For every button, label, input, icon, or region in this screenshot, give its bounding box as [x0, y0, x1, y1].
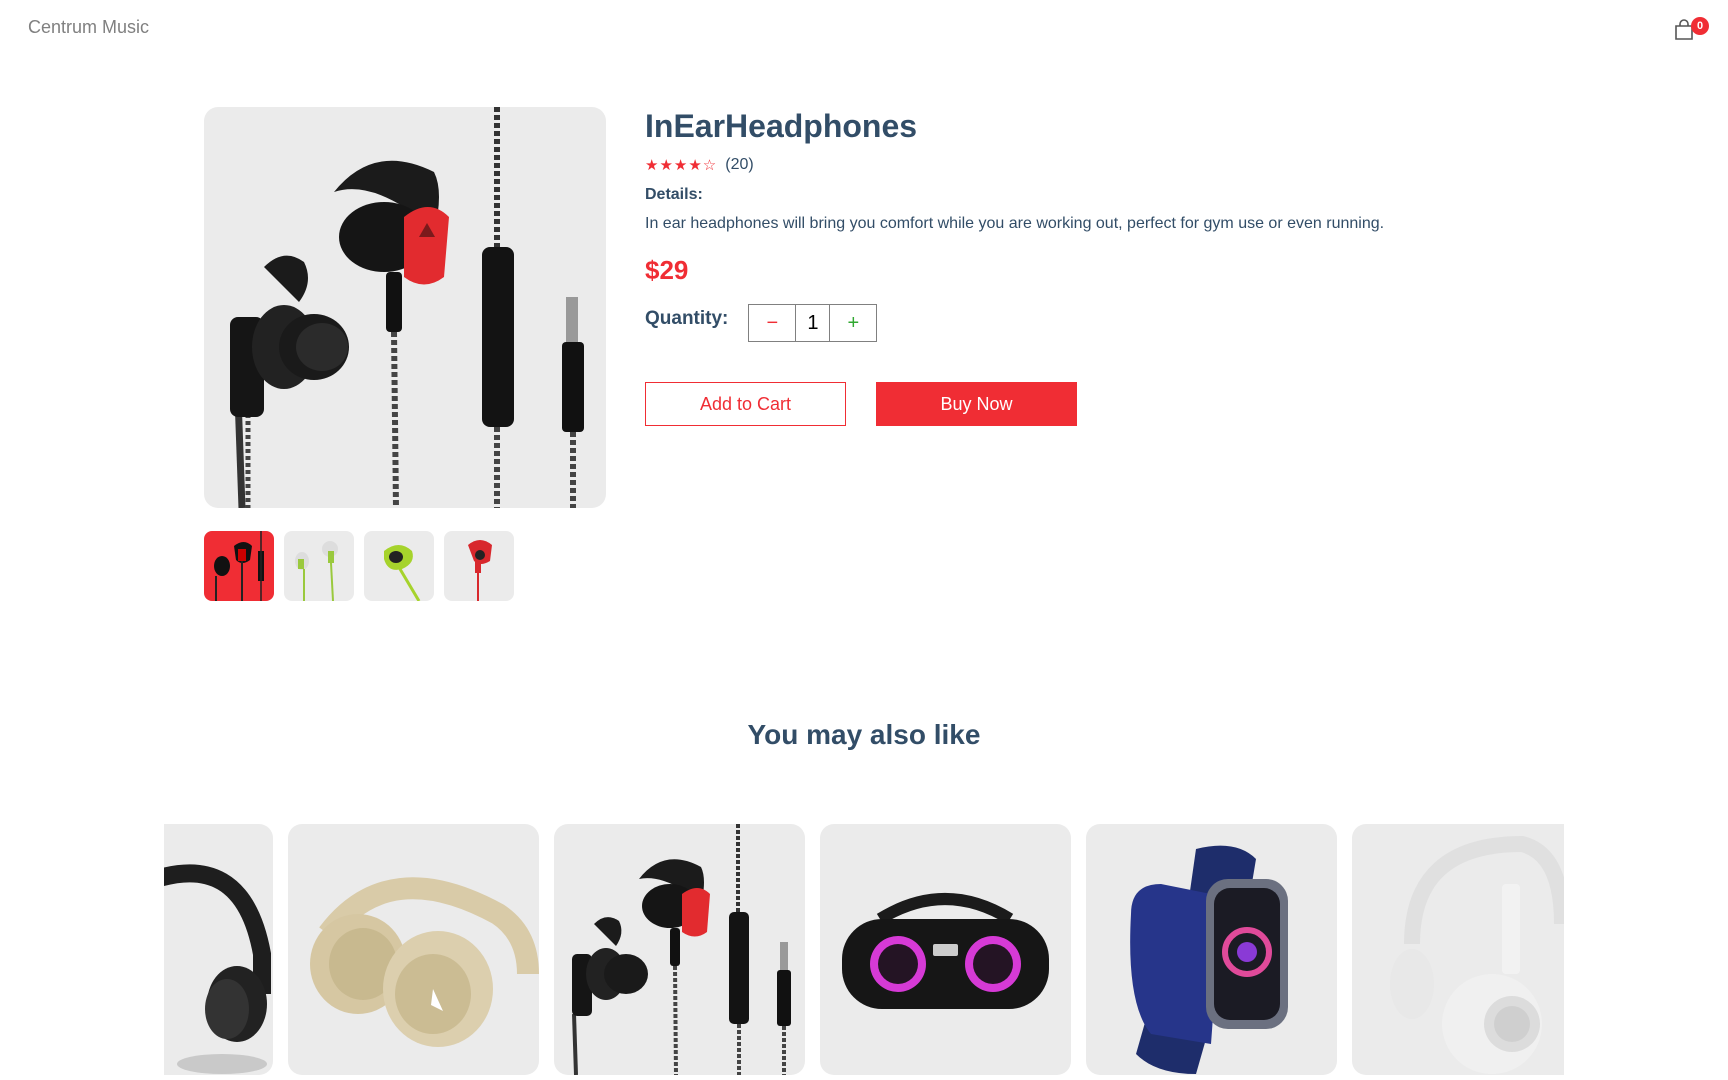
increase-quantity-button[interactable]: +: [829, 305, 876, 341]
add-to-cart-button[interactable]: Add to Cart: [645, 382, 846, 426]
recommendations-title: You may also like: [747, 719, 981, 750]
quantity-section: Quantity: − 1 +: [645, 304, 1545, 342]
cart-button[interactable]: 0: [1670, 14, 1709, 46]
carousel-track: [164, 824, 1564, 1075]
thumbnail-1[interactable]: [204, 531, 274, 601]
product-price: $29: [645, 255, 689, 285]
quantity-label: Quantity:: [645, 308, 729, 329]
product-card-boombox[interactable]: [820, 824, 1071, 1075]
buy-now-button[interactable]: Buy Now: [876, 382, 1077, 426]
headphones-beige-image: [310, 877, 539, 1047]
logo-link[interactable]: Centrum Music: [28, 17, 149, 38]
quantity-value: 1: [807, 311, 819, 334]
star-rating-icon: ★★★★☆: [645, 157, 718, 174]
product-card-headphones-white[interactable]: [1352, 824, 1564, 1075]
decrease-quantity-button[interactable]: −: [749, 305, 797, 341]
boombox-speaker-image: [842, 893, 1049, 1009]
headphones-black-image: [164, 864, 271, 1074]
reviews: ★★★★☆ (20): [645, 156, 1545, 174]
earphones-image: [230, 107, 584, 508]
product-card-headphones-black[interactable]: [164, 824, 273, 1075]
cart-count-badge: 0: [1691, 17, 1709, 35]
earphones-thumb-image: [214, 531, 264, 601]
recommendations-carousel: [164, 824, 1564, 1080]
review-count: (20): [725, 156, 754, 173]
thumbnail-4[interactable]: [444, 531, 514, 601]
product-main-image: [204, 107, 606, 508]
product-description: In ear headphones will bring you comfort…: [645, 215, 1385, 232]
earphones-thumb-image: [468, 540, 492, 601]
thumbnail-2[interactable]: [284, 531, 354, 601]
headphones-white-image: [1390, 835, 1564, 1074]
product-card-smartwatch[interactable]: [1086, 824, 1337, 1075]
thumbnail-3[interactable]: [364, 531, 434, 601]
product-title: InEarHeadphones: [645, 108, 918, 144]
earphones-thumb-image: [295, 541, 338, 601]
product-card-headphones-beige[interactable]: [288, 824, 539, 1075]
product-details: InEarHeadphones ★★★★☆ (20) Details: In e…: [645, 106, 1545, 426]
product-card-earphones[interactable]: [554, 824, 805, 1075]
earphones-thumb-image: [384, 545, 421, 601]
smartwatch-blue-image: [1130, 845, 1288, 1074]
navbar: Centrum Music 0: [0, 0, 1728, 56]
details-heading: Details:: [645, 186, 703, 203]
quantity-stepper: − 1 +: [748, 304, 878, 342]
earphones-image: [572, 824, 791, 1075]
action-buttons: Add to Cart Buy Now: [645, 382, 1545, 426]
thumbnail-strip: [204, 531, 514, 601]
